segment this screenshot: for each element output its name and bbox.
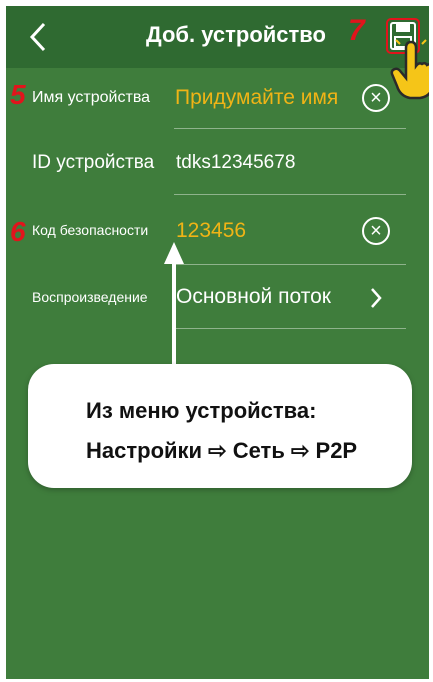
chevron-left-icon[interactable] xyxy=(24,20,54,54)
callout-line-1: Из меню устройства: xyxy=(86,398,317,423)
playback-label: Воспроизведение xyxy=(32,289,148,305)
callout-line-2: Настройки ⇨ Сеть ⇨ P2P xyxy=(86,438,358,463)
playback-select[interactable]: Основной поток xyxy=(176,285,331,309)
step-number-6: 6 xyxy=(10,216,26,247)
divider xyxy=(174,264,406,265)
security-code-label: Код безопасности xyxy=(32,222,149,238)
step-number-5: 5 xyxy=(10,79,26,110)
divider xyxy=(174,328,406,329)
chevron-right-icon[interactable] xyxy=(368,286,384,310)
page-title: Доб. устройство xyxy=(146,22,326,47)
device-id-value: tdks12345678 xyxy=(176,152,296,173)
top-bar: Доб. устройство 7 xyxy=(6,6,429,100)
clear-device-name-icon[interactable]: × xyxy=(362,84,390,112)
screen: Доб. устройство 7 5 Имя устройства Приду… xyxy=(6,6,429,679)
pointer-arrow xyxy=(164,242,184,368)
instruction-callout: Из меню устройства: Настройки ⇨ Сеть ⇨ P… xyxy=(28,364,412,488)
device-name-input[interactable]: Придумайте имя xyxy=(175,86,338,110)
device-name-label: Имя устройства xyxy=(32,89,151,106)
divider xyxy=(174,128,406,129)
pointing-hand-icon xyxy=(390,39,429,100)
device-id-label: ID устройства xyxy=(32,152,155,173)
clear-security-code-icon[interactable]: × xyxy=(362,217,390,245)
divider xyxy=(174,194,406,195)
step-number-7: 7 xyxy=(348,14,365,47)
